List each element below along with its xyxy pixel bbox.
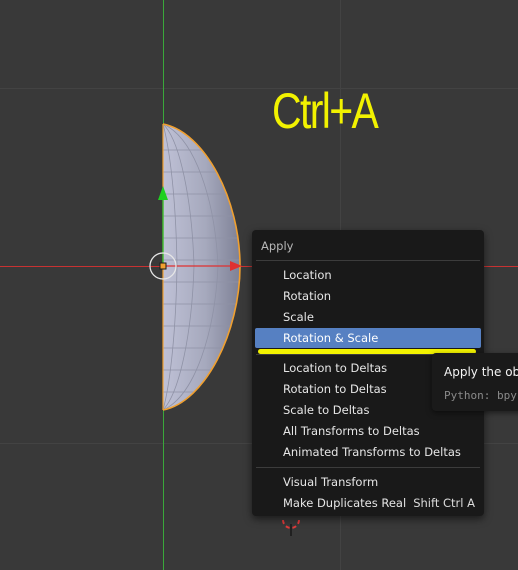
menu-item-scale[interactable]: Scale <box>255 307 481 327</box>
menu-title: Apply <box>261 239 294 253</box>
3d-cursor-icon <box>282 519 300 536</box>
tooltip: Apply the obj Python: bpy <box>432 353 518 411</box>
menu-separator <box>256 467 480 468</box>
menu-item-rotation-scale[interactable]: Rotation & Scale <box>255 328 481 348</box>
hemisphere-mesh <box>162 123 241 411</box>
menu-item-location[interactable]: Location <box>255 265 481 285</box>
origin-point-icon <box>159 262 167 270</box>
menu-item-make-duplicates-real[interactable]: Make Duplicates Real Shift Ctrl A <box>255 493 481 513</box>
menu-item-visual-transform[interactable]: Visual Transform <box>255 472 481 492</box>
shortcut-hint: Ctrl+A <box>272 83 379 139</box>
menu-item-all-transforms-to-deltas[interactable]: All Transforms to Deltas <box>255 421 481 441</box>
tooltip-title: Apply the obj <box>444 365 518 379</box>
menu-item-rotation[interactable]: Rotation <box>255 286 481 306</box>
shortcut-label: Shift Ctrl A <box>413 496 475 510</box>
menu-item-animated-transforms-to-deltas[interactable]: Animated Transforms to Deltas <box>255 442 481 462</box>
tooltip-python: Python: bpy <box>444 389 517 402</box>
menu-separator <box>256 260 480 261</box>
